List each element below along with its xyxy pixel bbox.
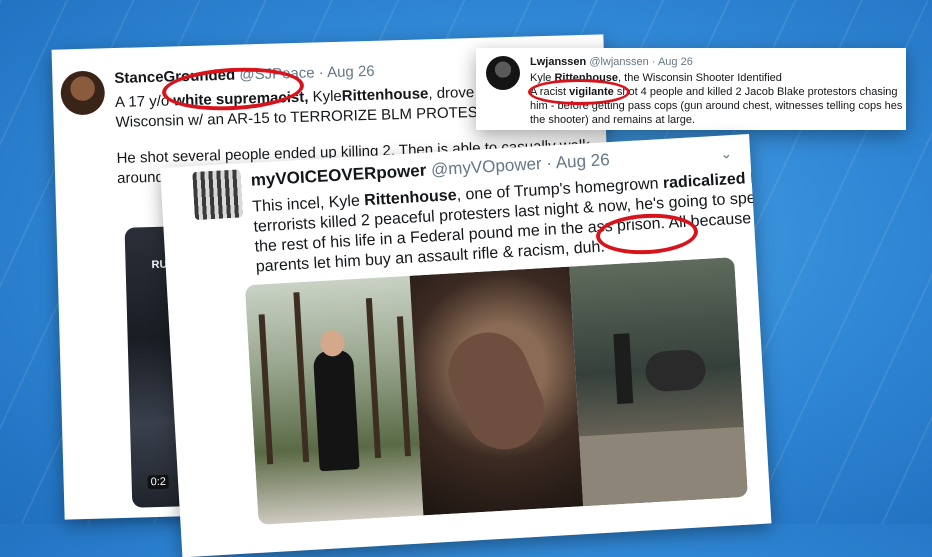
display-name[interactable]: myVOICEOVERpower: [250, 161, 427, 190]
tweet-date[interactable]: · Aug 26: [652, 56, 693, 68]
avatar[interactable]: [60, 70, 106, 116]
tweet-date[interactable]: · Aug 26: [546, 150, 610, 173]
tweet-card-myvoiceoverpower[interactable]: myVOICEOVERpower @myVOpower · Aug 26 ⌄ T…: [160, 134, 772, 557]
photo-grid[interactable]: [244, 257, 748, 525]
highlighted-phrase: radicalized: [662, 170, 747, 193]
tweet-header: Lwjanssen @lwjanssen · Aug 26: [530, 56, 693, 68]
display-name[interactable]: Lwjanssen: [530, 56, 586, 68]
avatar[interactable]: [192, 169, 243, 221]
red-circle-highlight: [528, 79, 630, 105]
handle[interactable]: @myVOpower: [430, 154, 542, 179]
video-duration: 0:2: [147, 474, 170, 490]
tweet-text-line: the shooter) and remains at large.: [530, 114, 696, 126]
chevron-down-icon[interactable]: ⌄: [720, 145, 733, 163]
photo-street-scene[interactable]: [569, 257, 748, 507]
photo-person-with-rifle[interactable]: [244, 275, 424, 525]
tweet-date[interactable]: · Aug 26: [319, 63, 375, 82]
handle[interactable]: @lwjanssen: [589, 56, 648, 68]
avatar[interactable]: [486, 56, 520, 90]
photo-closeup[interactable]: [409, 266, 584, 516]
